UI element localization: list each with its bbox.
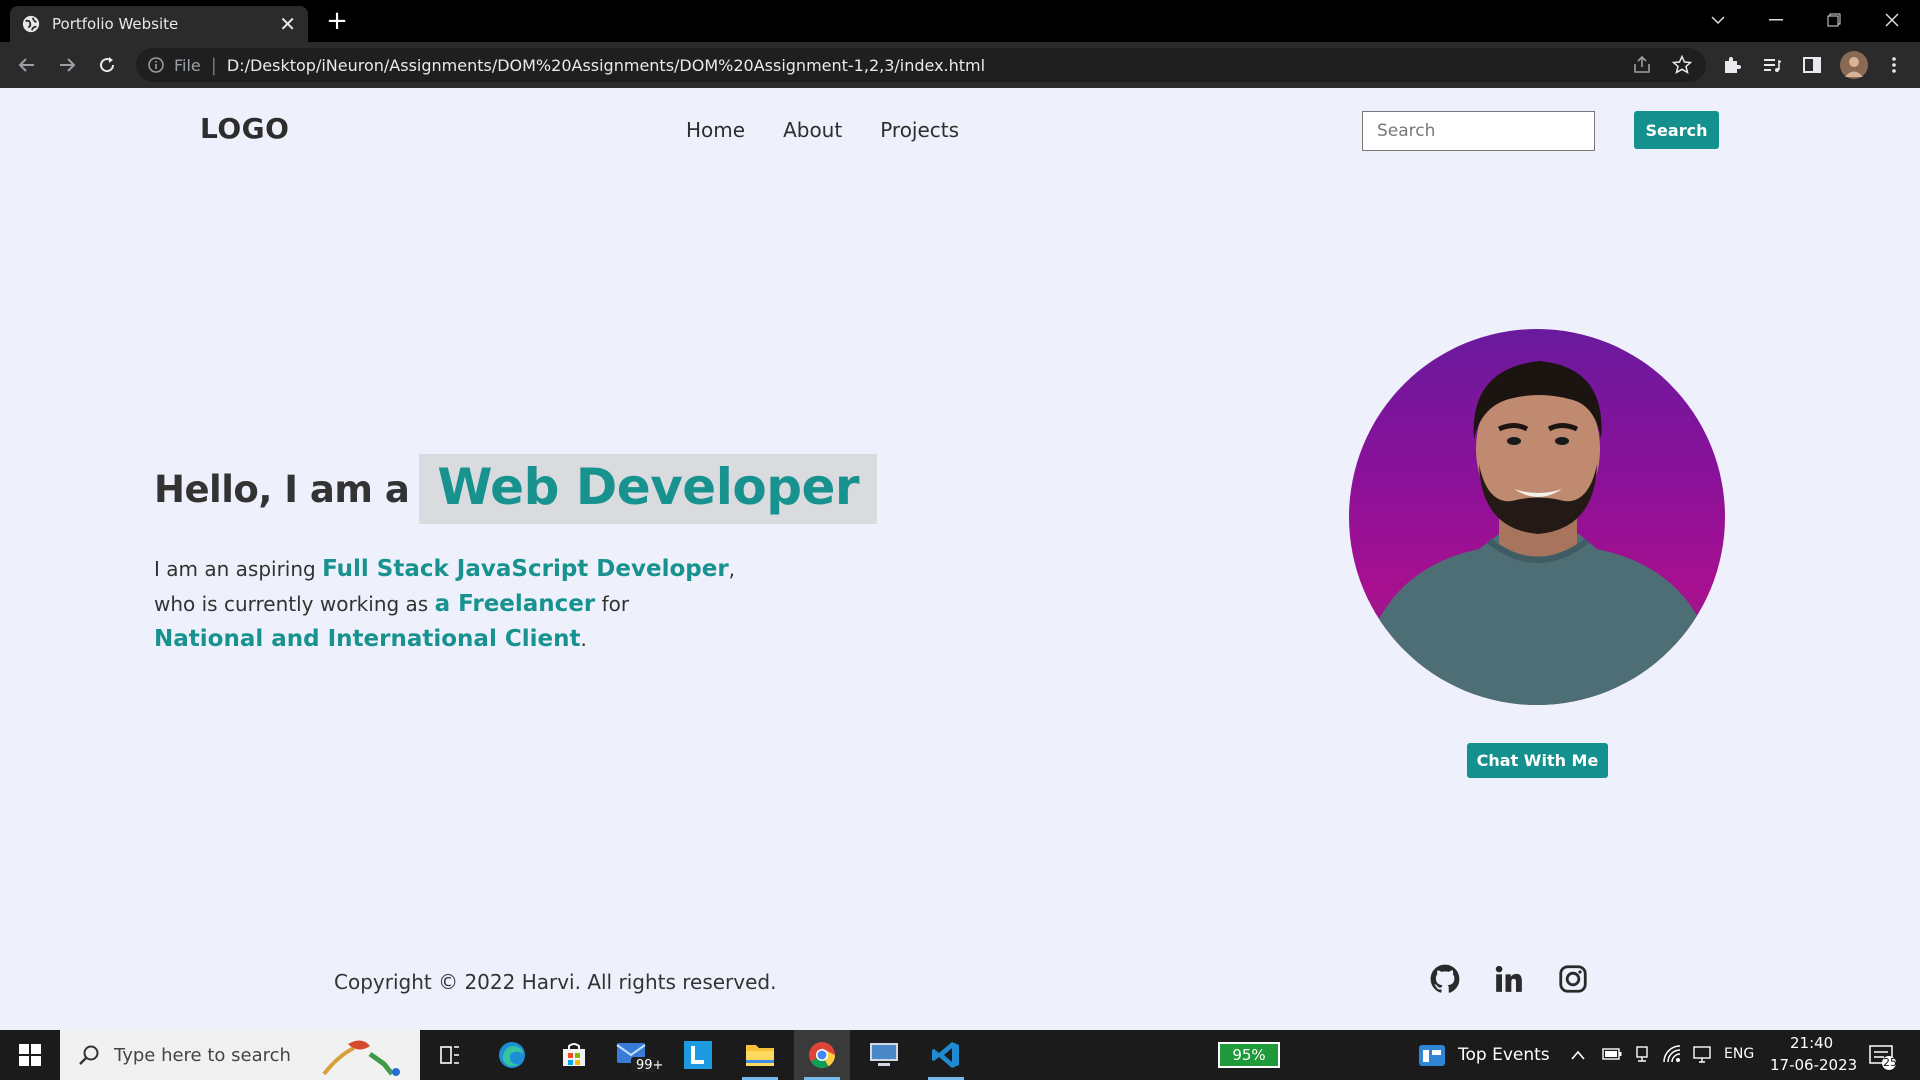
- edge-browser-icon[interactable]: [484, 1030, 540, 1080]
- restore-button[interactable]: [1806, 0, 1862, 40]
- desc-text: for: [595, 592, 630, 616]
- desc-text: I am an aspiring: [154, 557, 323, 581]
- vscode-icon[interactable]: [918, 1030, 974, 1080]
- close-window-button[interactable]: [1864, 0, 1920, 40]
- meet-now-icon[interactable]: [1634, 1045, 1652, 1067]
- profile-photo: [1349, 329, 1725, 705]
- logo[interactable]: LOGO: [200, 112, 289, 145]
- notifications-badge: 25: [1883, 1056, 1897, 1069]
- top-events-label[interactable]: Top Events: [1458, 1045, 1550, 1065]
- main-nav: Home About Projects: [686, 118, 959, 142]
- windows-logo-icon: [19, 1044, 41, 1066]
- taskbar-search-placeholder: Type here to search: [114, 1044, 291, 1066]
- side-panel-icon[interactable]: [1800, 53, 1824, 77]
- file-explorer-icon[interactable]: [732, 1030, 788, 1080]
- clock-time[interactable]: 21:40: [1790, 1034, 1833, 1052]
- task-view-icon[interactable]: [422, 1030, 478, 1080]
- taskbar-search[interactable]: Type here to search: [60, 1030, 420, 1080]
- microsoft-store-icon[interactable]: [546, 1030, 602, 1080]
- wifi-icon[interactable]: [1662, 1044, 1682, 1068]
- chrome-icon[interactable]: [794, 1030, 850, 1080]
- nav-about[interactable]: About: [783, 118, 842, 142]
- tray-chevron-up-icon[interactable]: [1570, 1046, 1586, 1065]
- browser-titlebar: Portfolio Website ✕ +: [0, 0, 1920, 42]
- chat-with-me-button[interactable]: Chat With Me: [1467, 743, 1608, 778]
- desc-highlight: Full Stack JavaScript Developer: [322, 556, 729, 582]
- desc-text: who is currently working as: [154, 592, 435, 616]
- hero-hello-text: Hello, I am a: [154, 467, 410, 511]
- desc-text: .: [580, 627, 587, 651]
- extensions-icon[interactable]: [1720, 53, 1744, 77]
- launcher-l-icon[interactable]: [670, 1030, 726, 1080]
- nav-projects[interactable]: Projects: [880, 118, 959, 142]
- forward-button[interactable]: [52, 50, 82, 80]
- instagram-icon[interactable]: [1556, 962, 1590, 996]
- language-indicator[interactable]: ENG: [1724, 1046, 1754, 1062]
- hero-role: Web Developer: [419, 454, 878, 524]
- profile-avatar-icon[interactable]: [1840, 51, 1868, 79]
- person-portrait-icon: [1369, 361, 1709, 705]
- start-button[interactable]: [0, 1030, 60, 1080]
- menu-kebab-icon[interactable]: [1882, 53, 1906, 77]
- search-button[interactable]: Search: [1634, 111, 1719, 149]
- battery-widget[interactable]: 95%: [1218, 1042, 1280, 1068]
- browser-tab[interactable]: Portfolio Website ✕: [10, 6, 308, 42]
- new-tab-button[interactable]: +: [322, 6, 352, 36]
- mail-badge: 99+: [636, 1058, 664, 1073]
- file-label: File: [174, 55, 201, 75]
- search-input[interactable]: [1362, 111, 1595, 151]
- portfolio-page: LOGO Home About Projects Search Hello, I…: [0, 88, 1920, 1030]
- copyright-text: Copyright © 2022 Harvi. All rights reser…: [334, 970, 777, 994]
- minimize-button[interactable]: [1748, 0, 1804, 40]
- tab-title: Portfolio Website: [52, 15, 179, 33]
- remote-desktop-icon[interactable]: [856, 1030, 912, 1080]
- hero-heading: Hello, I am a Web Developer: [154, 454, 878, 524]
- globe-icon: [22, 15, 40, 33]
- separator: |: [210, 54, 217, 76]
- desc-highlight: National and International Client: [154, 626, 581, 652]
- back-button[interactable]: [12, 50, 42, 80]
- reading-list-icon[interactable]: [1760, 53, 1784, 77]
- mail-icon[interactable]: 99+: [608, 1030, 664, 1080]
- tab-search-icon[interactable]: [1690, 0, 1746, 40]
- browser-toolbar: File | D:/Desktop/iNeuron/Assignments/DO…: [0, 42, 1920, 88]
- close-tab-icon[interactable]: ✕: [279, 14, 296, 34]
- top-events-icon[interactable]: [1418, 1042, 1446, 1068]
- display-icon[interactable]: [1692, 1044, 1712, 1068]
- nav-home[interactable]: Home: [686, 118, 745, 142]
- desc-highlight: a Freelancer: [434, 591, 596, 617]
- hero-description: I am an aspiring Full Stack JavaScript D…: [154, 552, 854, 657]
- windows-taskbar: Type here to search 99+ 95% Top Events E…: [0, 1030, 1920, 1080]
- linkedin-icon[interactable]: [1492, 962, 1526, 996]
- address-bar[interactable]: File | D:/Desktop/iNeuron/Assignments/DO…: [136, 48, 1706, 82]
- share-icon[interactable]: [1630, 53, 1654, 77]
- info-icon[interactable]: [148, 57, 164, 73]
- github-icon[interactable]: [1428, 962, 1462, 996]
- clock-date[interactable]: 17-06-2023: [1770, 1056, 1857, 1074]
- search-highlight-icon: [322, 1040, 400, 1076]
- bookmark-star-icon[interactable]: [1670, 53, 1694, 77]
- desc-text: ,: [728, 557, 736, 581]
- search-icon: [79, 1045, 99, 1065]
- url-text[interactable]: D:/Desktop/iNeuron/Assignments/DOM%20Ass…: [227, 56, 985, 75]
- battery-icon[interactable]: [1602, 1046, 1622, 1065]
- reload-button[interactable]: [92, 50, 122, 80]
- notifications-icon[interactable]: 25: [1868, 1042, 1897, 1074]
